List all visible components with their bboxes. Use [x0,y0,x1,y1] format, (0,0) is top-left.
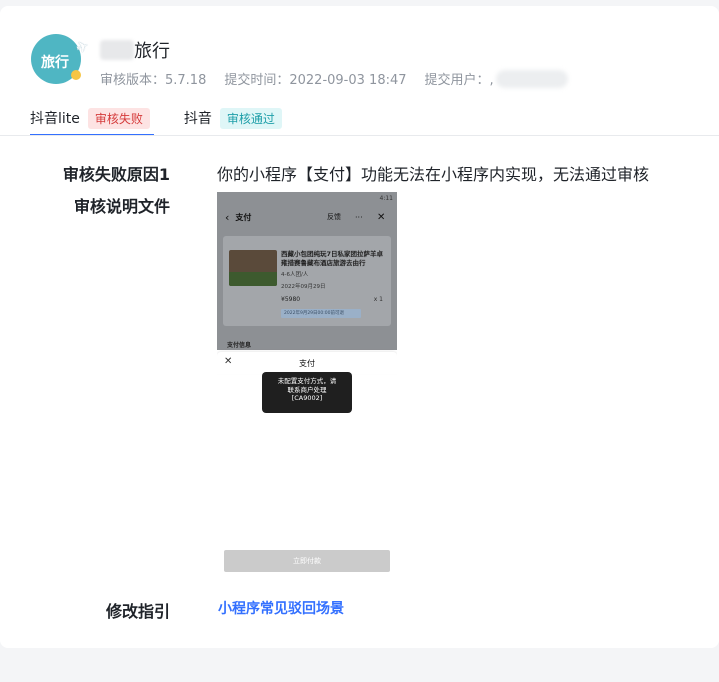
pay-info-heading: 支付信息 [227,342,252,349]
toast-line: 联系商户处理 [287,385,327,394]
order-qty: x 1 [373,296,383,303]
guide-link[interactable]: 小程序常见驳回场景 [218,598,344,618]
submit-time-text: 提交时间：2022-09-03 18:47 [224,73,407,88]
pay-sheet-title: 支付 [299,359,315,368]
doc-label: 审核说明文件 [73,197,170,216]
platform-tabs: 抖音lite 审核失败 抖音 审核通过 [30,100,316,136]
submit-user-text: 提交用户：, [424,73,494,88]
reason-label: 审核失败原因1 [62,165,170,184]
pay-sheet: ✕ 支付 [217,352,397,374]
tab-douyin[interactable]: 抖音 审核通过 [184,100,282,136]
app-icon: 旅行 ✈ [29,32,92,86]
tabs-divider [0,135,719,136]
review-card: 旅行 ✈ 旅行 审核版本：5.7.18 提交时间：2022-09-03 18:4… [0,6,719,648]
close-icon: ✕ [377,211,386,223]
order-people: 4-6人团/人 [281,272,309,278]
screenshot-feedback: 反馈 [327,213,341,221]
tab-label: 抖音 [183,111,212,127]
toast-line: 未配置支付方式，请 [277,377,337,385]
review-screenshot[interactable]: 4:11 ‹ 支付 反馈 ··· ✕ 西藏小包团纯玩7日私家团拉萨羊卓雍措赛鲁藏… [217,192,397,572]
tab-label: 抖音lite [30,111,80,127]
pay-now-button: 立即付款 [224,550,390,572]
app-title: 旅行 [134,41,170,62]
screenshot-nav-title: 支付 [235,212,252,222]
order-thumbnail [229,250,277,286]
more-icon: ··· [355,212,363,222]
meta-row: 审核版本：5.7.18 提交时间：2022-09-03 18:47 提交用户：, [100,69,568,88]
app-icon-text: 旅行 [41,55,69,71]
app-title-row: 旅行 [100,36,170,64]
status-badge-fail: 审核失败 [87,107,150,129]
order-title: 西藏小包团纯玩7日私家团拉萨羊卓雍措赛鲁藏布酒店旅游去由行 [281,250,384,267]
screenshot-status-bar: 4:11 [217,192,397,204]
screenshot-nav: ‹ 支付 反馈 ··· ✕ [217,206,397,228]
status-badge-pass: 审核通过 [219,107,282,129]
app-icon-dot [71,70,81,80]
order-tag: 2022年9月29日00:00前可退 [281,309,361,318]
toast-line: [CA9002] [291,394,323,402]
status-time: 4:11 [379,194,393,202]
tab-douyin-lite[interactable]: 抖音lite 审核失败 [30,100,154,136]
order-price: ¥5980 [281,296,301,303]
version-text: 审核版本：5.7.18 [100,73,207,88]
redacted-user [495,69,568,88]
reason-text: 你的小程序【支付】功能无法在小程序内实现，无法通过审核 [217,165,650,184]
back-icon: ‹ [225,210,230,224]
redacted-name [100,40,134,60]
error-toast: 未配置支付方式，请 联系商户处理 [CA9002] [262,372,352,413]
order-card: 西藏小包团纯玩7日私家团拉萨羊卓雍措赛鲁藏布酒店旅游去由行 4-6人团/人 20… [223,236,391,326]
order-date: 2022年09月29日 [281,284,326,290]
guide-label: 修改指引 [105,602,170,621]
